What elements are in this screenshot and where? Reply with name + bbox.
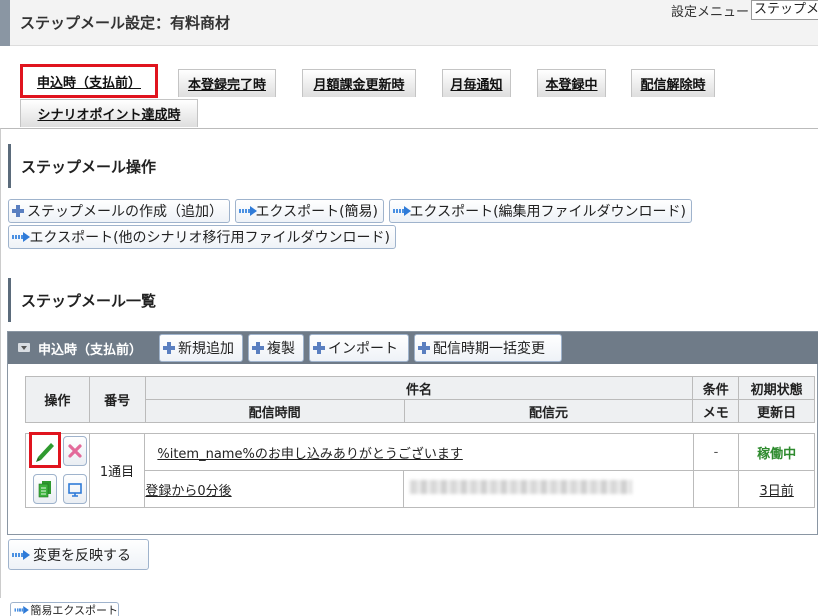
col-subject: 件名 bbox=[144, 376, 694, 400]
tab-registered[interactable]: 本登録中 bbox=[537, 69, 606, 97]
col-sender: 配信元 bbox=[403, 399, 694, 423]
tab-monthly-notice[interactable]: 月毎通知 bbox=[442, 69, 511, 97]
bulk-change-button[interactable]: 配信時期一括変更 bbox=[414, 334, 562, 362]
monitor-icon bbox=[68, 483, 82, 497]
apply-changes-label: 変更を反映する bbox=[33, 547, 131, 564]
export-other-label: エクスポート(他のシナリオ移行用ファイルダウンロード) bbox=[29, 230, 390, 246]
add-new-label: 新規追加 bbox=[178, 341, 234, 357]
row-sender-blurred bbox=[409, 480, 632, 494]
col-condition: 条件 bbox=[692, 376, 740, 400]
import-label: インポート bbox=[328, 341, 398, 357]
col-send-time: 配信時間 bbox=[144, 399, 405, 423]
header-accent-bar bbox=[0, 0, 10, 46]
row-memo bbox=[692, 470, 740, 508]
simple-export-label: 簡易エクスポート bbox=[30, 603, 118, 616]
arrow-right-icon bbox=[12, 549, 30, 560]
row-sender-cell bbox=[402, 470, 694, 508]
tab-scenario-point[interactable]: シナリオポイント達成時 bbox=[20, 99, 198, 127]
export-simple-button[interactable]: エクスポート(簡易) bbox=[235, 199, 384, 223]
simple-export-button[interactable]: 簡易エクスポート bbox=[10, 602, 119, 616]
page-title: ステップメール設定：有料商材 bbox=[20, 14, 231, 32]
export-edit-button[interactable]: エクスポート(編集用ファイルダウンロード) bbox=[389, 199, 692, 223]
plus-icon bbox=[163, 342, 175, 354]
copy-button[interactable]: 複製 bbox=[248, 334, 304, 362]
create-stepmail-label: ステップメールの作成（追加） bbox=[27, 204, 223, 220]
tab-unsubscribe[interactable]: 配信解除時 bbox=[631, 69, 715, 97]
plus-icon bbox=[252, 342, 264, 354]
stepmail-table-body: 1通目 %item_name%のお申し込みありがとうございます - 稼働中 登録… bbox=[25, 433, 815, 508]
arrow-right-icon bbox=[239, 206, 258, 216]
col-memo: メモ bbox=[692, 399, 740, 423]
section-title-operations: ステップメール操作 bbox=[8, 144, 156, 188]
arrow-right-icon bbox=[393, 206, 412, 216]
apply-changes-button[interactable]: 変更を反映する bbox=[8, 539, 149, 570]
pencil-icon bbox=[36, 443, 54, 462]
settings-menu-select[interactable]: ステップメー bbox=[751, 0, 818, 20]
row-subject-cell: %item_name%のお申し込みありがとうございます bbox=[144, 433, 694, 471]
settings-menu-label: 設定メニュー bbox=[671, 5, 750, 20]
delete-x-icon bbox=[68, 444, 82, 458]
plus-icon bbox=[12, 205, 24, 217]
tab-application[interactable]: 申込時（支払前） bbox=[20, 64, 158, 98]
row-updated-cell: 3日前 bbox=[738, 470, 815, 508]
section-title-list: ステップメール一覧 bbox=[8, 278, 156, 322]
row-status: 稼働中 bbox=[738, 433, 815, 471]
list-panel-title[interactable]: 申込時（支払前） bbox=[18, 332, 142, 364]
table-row: 1通目 %item_name%のお申し込みありがとうございます - 稼働中 bbox=[25, 433, 815, 508]
export-other-button[interactable]: エクスポート(他のシナリオ移行用ファイルダウンロード) bbox=[8, 225, 396, 249]
arrow-right-icon bbox=[12, 232, 31, 242]
row-send-time-link[interactable]: 登録から0分後 bbox=[145, 484, 231, 499]
plus-icon bbox=[418, 342, 430, 354]
plus-icon bbox=[313, 342, 325, 354]
tab-monthly-renewal[interactable]: 月額課金更新時 bbox=[302, 69, 416, 97]
page-header: ステップメール設定：有料商材 設定メニュー ステップメー bbox=[0, 0, 818, 46]
add-new-button[interactable]: 新規追加 bbox=[159, 334, 243, 362]
row-send-time-cell: 登録から0分後 bbox=[144, 470, 404, 508]
preview-button[interactable] bbox=[63, 474, 87, 504]
col-initial-state: 初期状態 bbox=[738, 376, 815, 400]
row-condition: - bbox=[692, 433, 740, 471]
copy-mail-button[interactable] bbox=[33, 474, 57, 504]
list-panel-title-label: 申込時（支払前） bbox=[38, 342, 143, 358]
copy-label: 複製 bbox=[267, 341, 295, 357]
col-updated: 更新日 bbox=[738, 399, 815, 423]
col-num: 番号 bbox=[88, 376, 146, 423]
create-stepmail-button[interactable]: ステップメールの作成（追加） bbox=[8, 199, 230, 223]
edit-button[interactable] bbox=[29, 432, 61, 468]
document-copy-icon bbox=[38, 481, 51, 498]
row-updated-link[interactable]: 3日前 bbox=[760, 484, 794, 499]
import-button[interactable]: インポート bbox=[309, 334, 409, 362]
stepmail-table-head: 操作 番号 件名 条件 初期状態 配信時間 配信元 メモ 更新日 bbox=[25, 376, 815, 423]
bulk-change-label: 配信時期一括変更 bbox=[433, 341, 545, 357]
delete-button[interactable] bbox=[63, 436, 87, 466]
export-edit-label: エクスポート(編集用ファイルダウンロード) bbox=[409, 204, 686, 220]
row-subject-link[interactable]: %item_name%のお申し込みありがとうございます bbox=[157, 447, 462, 462]
collapse-icon bbox=[18, 343, 30, 353]
arrow-right-icon bbox=[14, 605, 30, 614]
export-simple-label: エクスポート(簡易) bbox=[255, 204, 378, 220]
tab-registration-complete[interactable]: 本登録完了時 bbox=[178, 69, 276, 97]
col-ops: 操作 bbox=[25, 376, 90, 423]
row-num: 1通目 bbox=[88, 433, 146, 508]
